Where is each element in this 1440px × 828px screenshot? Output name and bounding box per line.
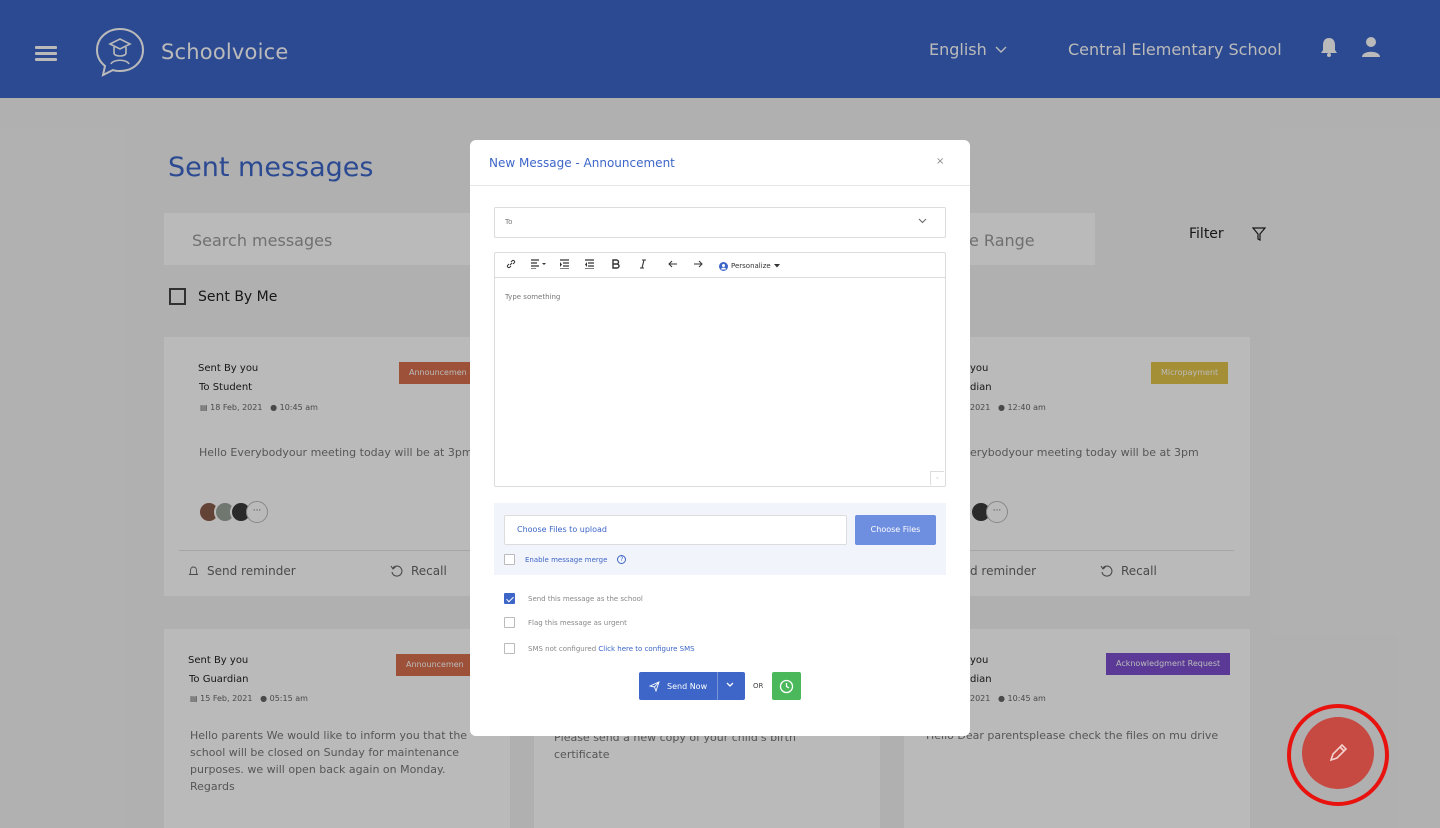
chevron-down-icon: [918, 218, 927, 224]
send-as-school-label: Send this message as the school: [528, 594, 643, 603]
message-editor[interactable]: Personalize Type something ◦: [494, 252, 946, 487]
personalize-dropdown[interactable]: Personalize: [719, 260, 780, 272]
send-now-button[interactable]: Send Now: [639, 672, 745, 700]
pencil-icon: [1329, 743, 1348, 762]
send-icon: [649, 681, 660, 692]
to-placeholder: To: [505, 218, 513, 226]
redo-icon[interactable]: [693, 259, 703, 269]
message-merge-label: Enable message merge: [525, 555, 608, 564]
sms-checkbox[interactable]: [504, 643, 515, 654]
file-upload-placeholder: Choose Files to upload: [517, 525, 607, 534]
modal-title: New Message - Announcement: [489, 156, 675, 170]
link-icon[interactable]: [506, 259, 516, 269]
choose-files-button[interactable]: Choose Files: [855, 515, 936, 545]
upload-panel: Choose Files to upload Choose Files Enab…: [494, 503, 946, 575]
sms-status-label: SMS not configured: [528, 644, 597, 653]
person-icon: [719, 261, 728, 271]
editor-toolbar: Personalize: [495, 253, 945, 278]
close-icon[interactable]: ×: [936, 156, 944, 167]
modal-header: New Message - Announcement ×: [470, 140, 970, 186]
message-merge-checkbox[interactable]: [504, 554, 515, 565]
bold-icon[interactable]: [612, 259, 620, 269]
send-now-label: Send Now: [667, 682, 708, 691]
schedule-button[interactable]: [772, 672, 801, 700]
editor-placeholder: Type something: [505, 293, 561, 301]
new-message-modal: New Message - Announcement × To Personal…: [470, 140, 970, 736]
flag-urgent-checkbox[interactable]: [504, 617, 515, 628]
to-select[interactable]: To: [494, 207, 946, 238]
sms-option: SMS not configured Click here to configu…: [504, 643, 695, 654]
compose-fab-button[interactable]: [1302, 717, 1374, 789]
personalize-label: Personalize: [731, 262, 771, 270]
send-as-school-option[interactable]: Send this message as the school: [504, 593, 643, 604]
outdent-icon[interactable]: [585, 259, 594, 269]
resize-handle-icon[interactable]: ◦: [930, 471, 944, 485]
message-merge-option[interactable]: Enable message merge ?: [504, 554, 627, 565]
file-upload-input[interactable]: Choose Files to upload: [504, 515, 847, 545]
send-now-main[interactable]: Send Now: [649, 681, 707, 692]
button-divider: [717, 672, 718, 700]
clock-icon: [779, 679, 794, 694]
flag-urgent-label: Flag this message as urgent: [528, 618, 627, 627]
flag-urgent-option[interactable]: Flag this message as urgent: [504, 617, 627, 628]
undo-icon[interactable]: [668, 259, 678, 269]
configure-sms-link[interactable]: Click here to configure SMS: [598, 645, 694, 653]
italic-icon[interactable]: [640, 259, 646, 269]
caret-down-icon: [773, 264, 780, 268]
indent-icon[interactable]: [560, 259, 569, 269]
chevron-down-icon[interactable]: [726, 682, 734, 688]
send-as-school-checkbox[interactable]: [504, 593, 515, 604]
help-icon[interactable]: ?: [617, 555, 627, 564]
or-separator: OR: [753, 682, 764, 690]
align-icon[interactable]: [531, 259, 547, 269]
